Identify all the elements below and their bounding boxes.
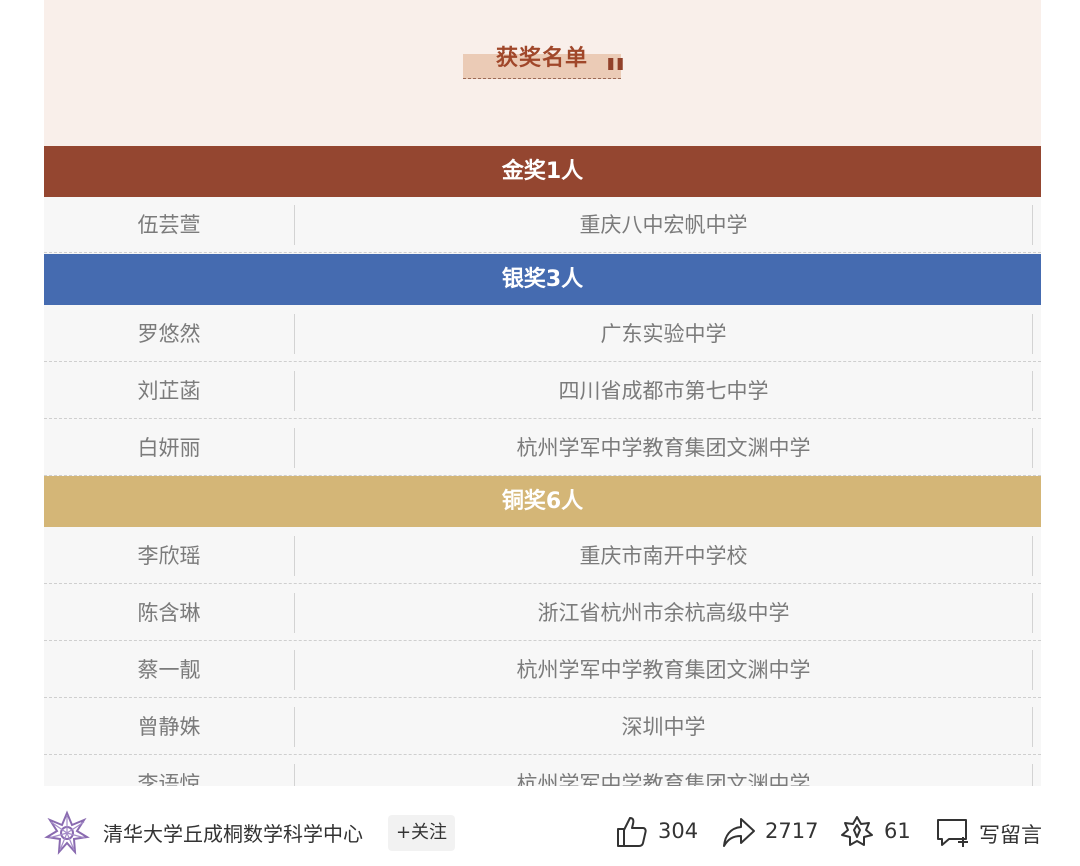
table-row: 伍芸萱 重庆八中宏帆中学 bbox=[44, 197, 1041, 253]
page-title: 获奖名单 bbox=[495, 46, 588, 71]
recommend-button[interactable]: 61 bbox=[840, 813, 911, 853]
winner-school: 广东实验中学 bbox=[600, 322, 727, 346]
table-row: 刘芷菡 四川省成都市第七中学 bbox=[44, 363, 1041, 419]
silver-award-header: 银奖3人 bbox=[44, 254, 1041, 305]
column-divider bbox=[1032, 593, 1033, 633]
column-divider bbox=[1032, 536, 1033, 576]
column-divider bbox=[1032, 371, 1033, 411]
recommend-count: 61 bbox=[884, 819, 911, 843]
winner-school: 重庆市南开中学校 bbox=[579, 544, 748, 568]
share-button[interactable]: 2717 bbox=[722, 813, 819, 853]
bronze-award-header: 铜奖6人 bbox=[44, 476, 1041, 527]
comment-label: 写留言 bbox=[979, 823, 1042, 847]
share-count: 2717 bbox=[765, 819, 819, 843]
winner-name: 李欣瑶 bbox=[137, 544, 201, 568]
gold-award-header: 金奖1人 bbox=[44, 146, 1041, 197]
column-divider bbox=[1032, 205, 1033, 245]
account-logo-icon[interactable] bbox=[44, 810, 90, 856]
quote-mark-icon: " bbox=[604, 50, 627, 101]
winner-school: 杭州学军中学教育集团文渊中学 bbox=[516, 658, 811, 682]
table-row: 曾静姝 深圳中学 bbox=[44, 699, 1041, 755]
winner-name: 蔡一靓 bbox=[137, 658, 201, 682]
table-row: 蔡一靓 杭州学军中学教育集团文渊中学 bbox=[44, 642, 1041, 698]
winner-school: 杭州学军中学教育集团文渊中学 bbox=[516, 772, 811, 786]
like-count: 304 bbox=[658, 819, 699, 843]
winner-name: 刘芷菡 bbox=[137, 379, 201, 403]
table-row: 罗悠然 广东实验中学 bbox=[44, 306, 1041, 362]
column-divider bbox=[1032, 314, 1033, 354]
comment-icon bbox=[937, 819, 968, 847]
title-banner: 获奖名单 " bbox=[44, 0, 1041, 146]
table-row: 白妍丽 杭州学军中学教育集团文渊中学 bbox=[44, 420, 1041, 476]
column-divider bbox=[1032, 428, 1033, 468]
table-row: 李欣瑶 重庆市南开中学校 bbox=[44, 528, 1041, 584]
account-name[interactable]: 清华大学丘成桐数学科学中心 bbox=[103, 818, 363, 847]
share-icon bbox=[723, 818, 755, 847]
winner-name: 李语惊 bbox=[137, 772, 201, 786]
table-row: 李语惊 杭州学军中学教育集团文渊中学 bbox=[44, 756, 1041, 786]
winner-name: 罗悠然 bbox=[137, 322, 201, 346]
winner-name: 曾静姝 bbox=[137, 715, 201, 739]
follow-button[interactable]: +关注 bbox=[388, 815, 455, 851]
winner-school: 四川省成都市第七中学 bbox=[558, 379, 769, 403]
like-button[interactable]: 304 bbox=[615, 813, 699, 853]
recommend-icon bbox=[841, 816, 873, 846]
article-content: 获奖名单 " 金奖1人 伍芸萱 重庆八中宏帆中学 银奖3人 罗悠然 广东实验中学… bbox=[44, 0, 1041, 786]
column-divider bbox=[1032, 650, 1033, 690]
winner-school: 重庆八中宏帆中学 bbox=[579, 213, 748, 237]
thumbs-up-icon bbox=[617, 817, 647, 847]
winner-name: 白妍丽 bbox=[137, 436, 201, 460]
table-row: 陈含琳 浙江省杭州市余杭高级中学 bbox=[44, 585, 1041, 641]
write-comment-button[interactable]: 写留言 bbox=[935, 813, 1045, 853]
winner-name: 伍芸萱 bbox=[137, 213, 201, 237]
winner-school: 深圳中学 bbox=[621, 715, 706, 739]
winner-name: 陈含琳 bbox=[137, 601, 201, 625]
winner-school: 浙江省杭州市余杭高级中学 bbox=[537, 601, 790, 625]
column-divider bbox=[1032, 764, 1033, 786]
column-divider bbox=[1032, 707, 1033, 747]
winner-school: 杭州学军中学教育集团文渊中学 bbox=[516, 436, 811, 460]
